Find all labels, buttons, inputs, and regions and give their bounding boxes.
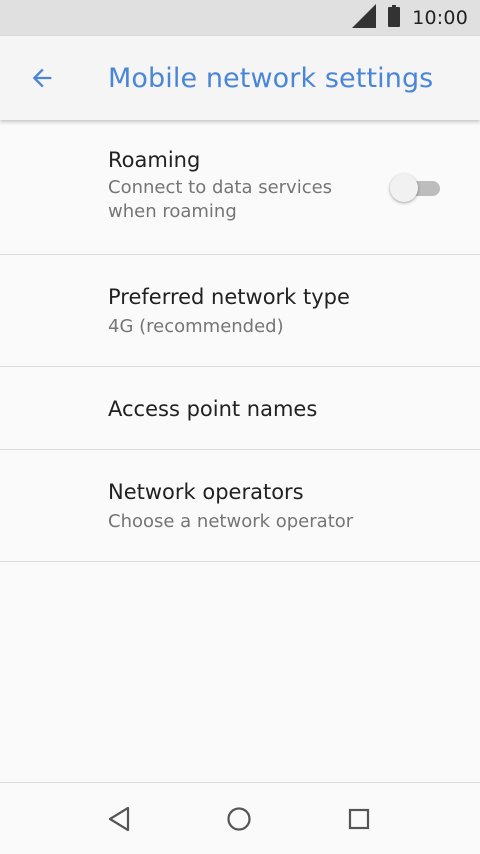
apn-text: Access point names xyxy=(108,397,317,421)
operators-text: Network operators Choose a network opera… xyxy=(108,480,353,534)
nav-recents-button[interactable] xyxy=(343,803,375,835)
arrow-back-icon xyxy=(32,68,52,88)
roaming-setting[interactable]: Roaming Connect to data services when ro… xyxy=(0,120,480,255)
roaming-summary: Connect to data services when roaming xyxy=(108,177,333,222)
nav-recents-icon xyxy=(348,808,370,830)
preferred-network-text: Preferred network type 4G (recommended) xyxy=(108,285,350,339)
roaming-title: Roaming xyxy=(108,148,201,172)
preferred-network-summary: 4G (recommended) xyxy=(108,316,284,337)
apn-title: Access point names xyxy=(108,397,318,421)
nav-back-icon xyxy=(108,806,130,832)
roaming-text: Roaming Connect to data services when ro… xyxy=(108,148,368,224)
toggle-thumb xyxy=(390,174,418,202)
nav-back-button[interactable] xyxy=(103,803,135,835)
nav-home-button[interactable] xyxy=(223,803,255,835)
settings-list: Roaming Connect to data services when ro… xyxy=(0,120,480,562)
access-point-names-setting[interactable]: Access point names xyxy=(0,367,480,450)
signal-icon xyxy=(352,4,377,32)
preferred-network-type-setting[interactable]: Preferred network type 4G (recommended) xyxy=(0,255,480,367)
roaming-toggle[interactable] xyxy=(390,174,442,202)
network-operators-setting[interactable]: Network operators Choose a network opera… xyxy=(0,450,480,562)
navigation-bar xyxy=(0,782,480,854)
app-bar: Mobile network settings xyxy=(0,36,480,120)
status-time: 10:00 xyxy=(412,7,468,29)
page-title: Mobile network settings xyxy=(108,62,434,94)
nav-home-icon xyxy=(227,807,251,831)
status-bar: 10:00 xyxy=(0,0,480,36)
back-button[interactable] xyxy=(22,58,62,98)
preferred-network-title: Preferred network type xyxy=(108,285,350,309)
battery-icon xyxy=(388,5,401,31)
operators-title: Network operators xyxy=(108,480,304,504)
operators-summary: Choose a network operator xyxy=(108,511,354,532)
